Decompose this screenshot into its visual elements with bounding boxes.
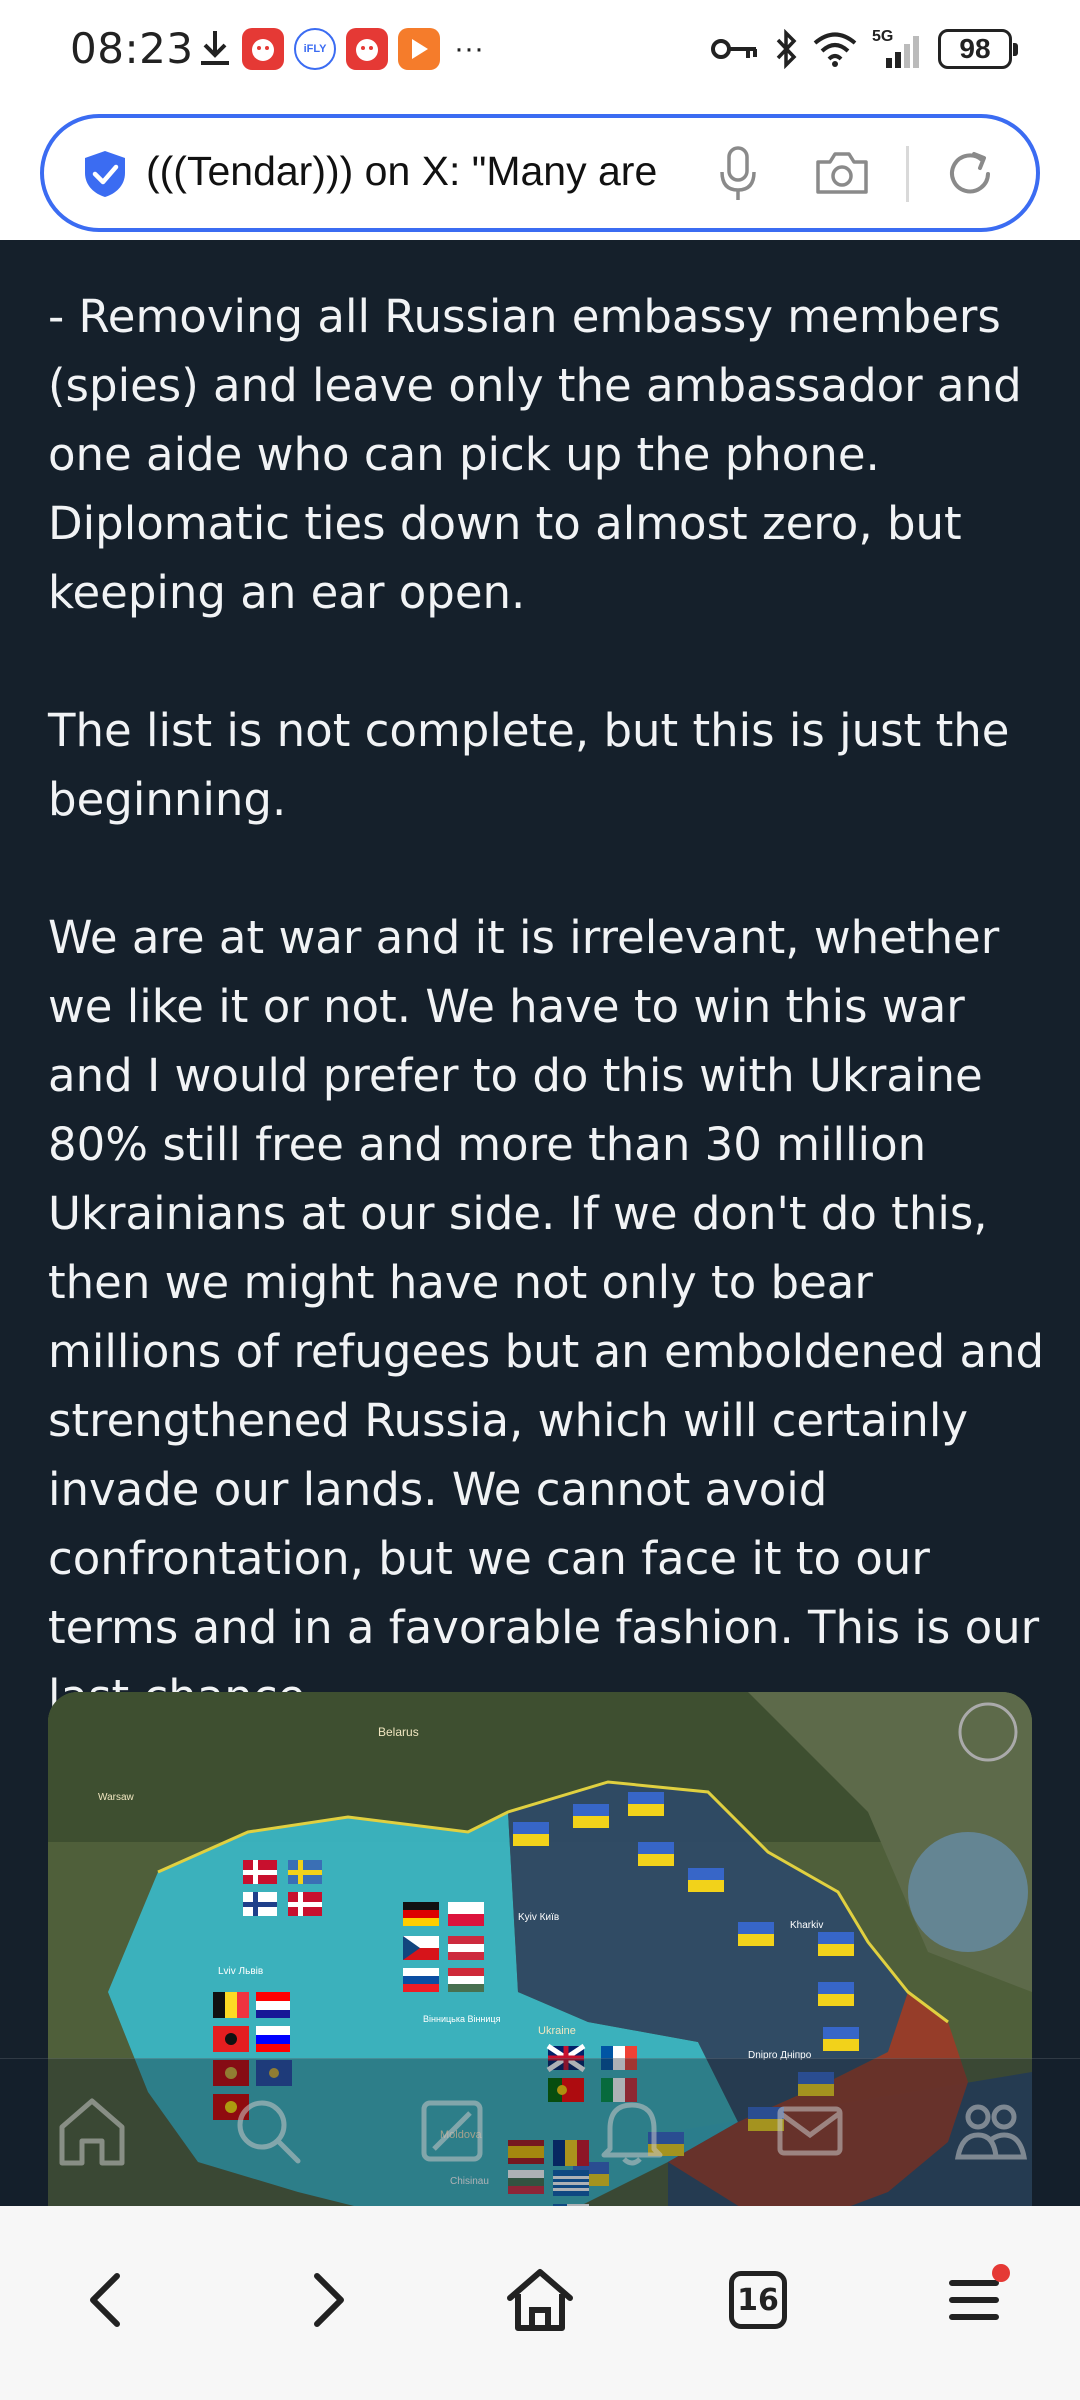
post-content: - Removing all Russian embassy members (… [0, 240, 1080, 2206]
home-button[interactable] [492, 2252, 588, 2348]
more-dots-icon: ··· [454, 32, 484, 65]
map-label: Вінницька Вінниця [423, 2014, 501, 2024]
grok-icon[interactable] [410, 2089, 494, 2173]
map-label: Belarus [378, 1725, 419, 1739]
map-label: Kharkiv [790, 1920, 823, 1931]
shield-check-icon[interactable] [82, 149, 128, 199]
search-icon[interactable] [226, 2089, 310, 2173]
battery-indicator: 98 [938, 29, 1018, 69]
menu-icon [949, 2280, 999, 2320]
microphone-icon[interactable] [714, 144, 762, 204]
tabs-button[interactable]: 16 [710, 2252, 806, 2348]
forward-button[interactable] [280, 2252, 376, 2348]
camera-icon[interactable] [814, 148, 870, 198]
app-icon [242, 28, 284, 70]
tab-count: 16 [737, 2282, 779, 2318]
messages-icon[interactable] [768, 2089, 852, 2173]
cellular-signal-icon: 5G [872, 28, 924, 70]
post-paragraph: The list is not complete, but this is ju… [48, 704, 1010, 826]
wifi-icon [813, 32, 857, 67]
ifly-label: iFLY [303, 43, 327, 55]
map-label: Warsaw [98, 1792, 135, 1803]
map-label: Lviv Львів [218, 1966, 263, 1977]
key-icon [711, 39, 757, 59]
x-bottom-nav [0, 2058, 1080, 2206]
home-icon [507, 2269, 573, 2331]
system-icons: 5G 98 [710, 28, 1018, 70]
forward-icon [314, 2273, 344, 2327]
back-button[interactable] [58, 2252, 154, 2348]
notifications-icon[interactable] [590, 2089, 674, 2173]
map-label: Ukraine [538, 2025, 576, 2037]
status-time: 08:23 [70, 24, 194, 73]
address-bar[interactable]: (((Tendar))) on X: "Many are [40, 114, 1040, 232]
notification-dot [992, 2264, 1010, 2282]
tabs-icon: 16 [729, 2271, 787, 2329]
video-app-icon [398, 28, 440, 70]
status-bar: 08:23 iFLY ··· 5G 98 [0, 0, 1080, 104]
menu-button[interactable] [926, 2252, 1022, 2348]
post-paragraph: We are at war and it is irrelevant, whet… [48, 911, 1045, 1723]
app-icon [346, 28, 388, 70]
reload-icon[interactable] [944, 148, 996, 200]
post-paragraph: - Removing all Russian embassy members (… [48, 290, 1022, 619]
download-icon [201, 31, 229, 65]
browser-bottom-bar: 16 [0, 2206, 1080, 2400]
battery-level: 98 [959, 33, 991, 64]
ifly-icon: iFLY [294, 28, 336, 70]
url-text[interactable]: (((Tendar))) on X: "Many are [146, 148, 716, 195]
communities-icon[interactable] [948, 2089, 1032, 2173]
home-icon[interactable] [50, 2089, 134, 2173]
notification-icons: iFLY ··· [198, 28, 484, 70]
map-label: Kyiv Київ [518, 1912, 559, 1923]
bluetooth-icon [776, 29, 797, 69]
back-icon [90, 2273, 120, 2327]
address-divider [906, 146, 909, 202]
